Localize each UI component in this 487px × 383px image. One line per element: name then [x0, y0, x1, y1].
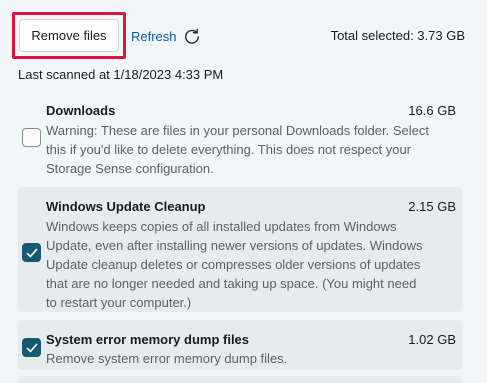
- item-description: Remove system error memory dump files.: [46, 349, 452, 368]
- desc-line: Storage Sense configuration.: [46, 161, 214, 176]
- item-size: 1.02 GB: [408, 332, 456, 347]
- refresh-icon: [184, 28, 199, 44]
- remove-files-button[interactable]: Remove files: [19, 19, 119, 52]
- desc-line: Update cleanup deletes or compresses old…: [46, 257, 421, 272]
- item-size: 16.6 GB: [408, 103, 456, 118]
- item-description: Warning: These are files in your persona…: [46, 121, 452, 178]
- total-selected: Total selected: 3.73 GB: [330, 28, 465, 43]
- item-title: Windows Update Cleanup: [46, 199, 206, 214]
- item-size: 2.15 GB: [408, 199, 456, 214]
- desc-line: this if you'd like to delete everything.…: [46, 142, 411, 157]
- windows-update-cleanup-checkbox[interactable]: [22, 243, 41, 262]
- desc-line: to restart your computer.): [46, 295, 192, 310]
- toolbar: Remove files Refresh Total selected: 3.7…: [0, 0, 487, 70]
- desc-line: Update, even after installing newer vers…: [46, 238, 423, 253]
- desc-line: Windows keeps copies of all installed up…: [46, 219, 397, 234]
- last-scanned-text: Last scanned at 1/18/2023 4:33 PM: [18, 67, 224, 82]
- item-description: Windows keeps copies of all installed up…: [46, 217, 452, 312]
- refresh-button[interactable]: Refresh: [131, 26, 201, 46]
- desc-line: that are no longer needed and taking up …: [46, 276, 417, 291]
- refresh-label: Refresh: [131, 28, 177, 44]
- list-item-windows-update-cleanup[interactable]: Windows Update Cleanup 2.15 GB Windows k…: [18, 187, 462, 312]
- list-item-system-error-memory-dump-files[interactable]: System error memory dump files 1.02 GB R…: [18, 320, 462, 370]
- next-list-item-partial: [18, 376, 462, 383]
- desc-line: Warning: These are files in your persona…: [46, 123, 429, 138]
- desc-line: Remove system error memory dump files.: [46, 351, 288, 366]
- item-title: System error memory dump files: [46, 332, 250, 347]
- system-error-dump-checkbox[interactable]: [22, 338, 41, 357]
- item-title: Downloads: [46, 103, 116, 118]
- checkmark-icon: [26, 248, 38, 258]
- list-item-downloads[interactable]: Downloads 16.6 GB Warning: These are fil…: [18, 96, 462, 180]
- downloads-checkbox[interactable]: [22, 128, 41, 147]
- checkmark-icon: [26, 343, 38, 353]
